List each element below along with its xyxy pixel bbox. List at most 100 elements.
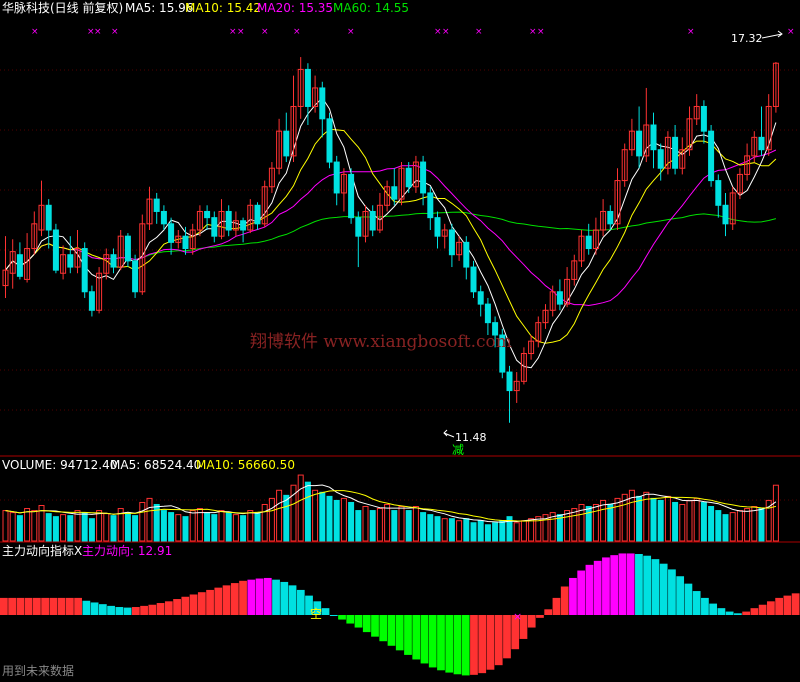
candle-body: [254, 204, 261, 225]
ma60-label: MA60: 14.55: [333, 1, 409, 15]
volume-bar: [283, 494, 290, 542]
indicator-bar: [536, 615, 544, 618]
indicator-bar: [453, 615, 462, 675]
indicator-bar: [626, 553, 635, 615]
volume-bars: [2, 474, 779, 542]
indicator-bar: [461, 615, 470, 676]
indicator-bar: [197, 592, 206, 615]
volume-bar: [189, 510, 196, 542]
volume-bar: [240, 515, 247, 542]
indicator-bar: [791, 593, 800, 615]
indicator-bar: [709, 603, 718, 615]
indicator-bar: [676, 576, 685, 615]
candle-body: [110, 254, 117, 268]
indicator-bar: [57, 597, 66, 615]
signal-x-mark: ×: [94, 27, 102, 37]
volume-bar: [312, 489, 319, 542]
indicator-bar: [148, 604, 157, 615]
candle-body: [304, 68, 311, 107]
volume-bar: [81, 512, 88, 542]
candle-body: [470, 266, 477, 293]
indicator-bar: [371, 615, 379, 637]
volume-bar: [513, 522, 520, 542]
indicator-bar: [494, 615, 503, 666]
signal-x-mark: ×: [111, 27, 119, 37]
indicator-bar: [0, 597, 8, 615]
candles: [2, 57, 779, 423]
candle-body: [132, 260, 139, 293]
indicator-bar: [379, 615, 388, 642]
indicator-bar: [354, 615, 363, 628]
indicator-bar: [651, 559, 660, 615]
indicator-name: 主力动向指标X: [2, 543, 82, 558]
indicator-bar: [602, 557, 610, 615]
volume-bar: [168, 512, 175, 542]
candle-body: [45, 204, 52, 231]
volume-bar: [427, 514, 434, 542]
indicator-bar: [74, 597, 82, 615]
volume-bar: [434, 516, 441, 542]
volume-bar: [103, 513, 110, 542]
indicator-bar: [692, 591, 701, 615]
candle-body: [506, 371, 513, 392]
indicator-bar: [585, 564, 594, 615]
volume-bar: [693, 497, 700, 542]
indicator-bar: [24, 597, 33, 615]
indicator-bar: [222, 585, 231, 615]
candle-body: [434, 217, 441, 237]
volume-bar: [52, 516, 59, 542]
indicator-bar: [173, 599, 181, 615]
volume-bar: [326, 495, 333, 542]
signal-x-mark: ×: [687, 27, 695, 37]
volume-bar: [24, 508, 31, 542]
indicator-bar: [16, 597, 25, 615]
indicator-bar: [164, 601, 173, 615]
volume-bar: [67, 515, 74, 542]
candle-body: [556, 291, 563, 305]
volume-bar: [196, 508, 203, 542]
volume-bar: [355, 510, 362, 542]
candle-body: [319, 87, 326, 120]
volume-bar: [729, 512, 736, 542]
indicator-bar: [255, 578, 264, 615]
candle-body: [204, 210, 211, 219]
signal-x-mark: ×: [434, 27, 442, 37]
signal-x-mark: ×: [229, 27, 237, 37]
signal-x-mark: ×: [442, 27, 450, 37]
volume-bar: [16, 515, 23, 542]
indicator-bar: [486, 615, 495, 670]
volume-bar: [362, 506, 369, 542]
indicator-bar: [569, 577, 577, 615]
price-grid: [0, 69, 800, 501]
indicator-bar: [404, 615, 412, 655]
volume-bar: [268, 497, 275, 542]
indicator-bar: [742, 611, 751, 615]
volume-bar: [225, 512, 232, 542]
indicator-bar: [445, 615, 454, 673]
volume-bar: [218, 510, 225, 542]
indicator-bar: [428, 615, 437, 668]
volume-bar: [232, 514, 239, 542]
indicator-bar: [230, 583, 239, 615]
indicator-bar: [544, 609, 553, 615]
indicator-bar: [412, 615, 421, 660]
volume-ma10-label: MA10: 56660.50: [196, 458, 295, 472]
indicator-bar: [272, 579, 280, 615]
volume-bar: [204, 512, 211, 542]
signal-x-mark: ×: [529, 27, 537, 37]
volume-bar: [686, 499, 693, 542]
indicator-bar: [49, 597, 58, 615]
indicator-bar: [668, 569, 676, 615]
high-price-label: 17.32: [731, 32, 763, 45]
candle-body: [722, 204, 729, 225]
volume-bar: [391, 510, 398, 542]
volume-bar: [470, 522, 477, 542]
candle-body: [708, 130, 715, 182]
volume-bar: [74, 510, 81, 542]
volume-bar: [175, 514, 182, 542]
volume-bar: [45, 513, 52, 542]
signal-x-mark: ×: [261, 27, 269, 37]
candle-body: [448, 229, 455, 256]
candle-body: [160, 210, 167, 225]
indicator-bar: [321, 608, 330, 615]
